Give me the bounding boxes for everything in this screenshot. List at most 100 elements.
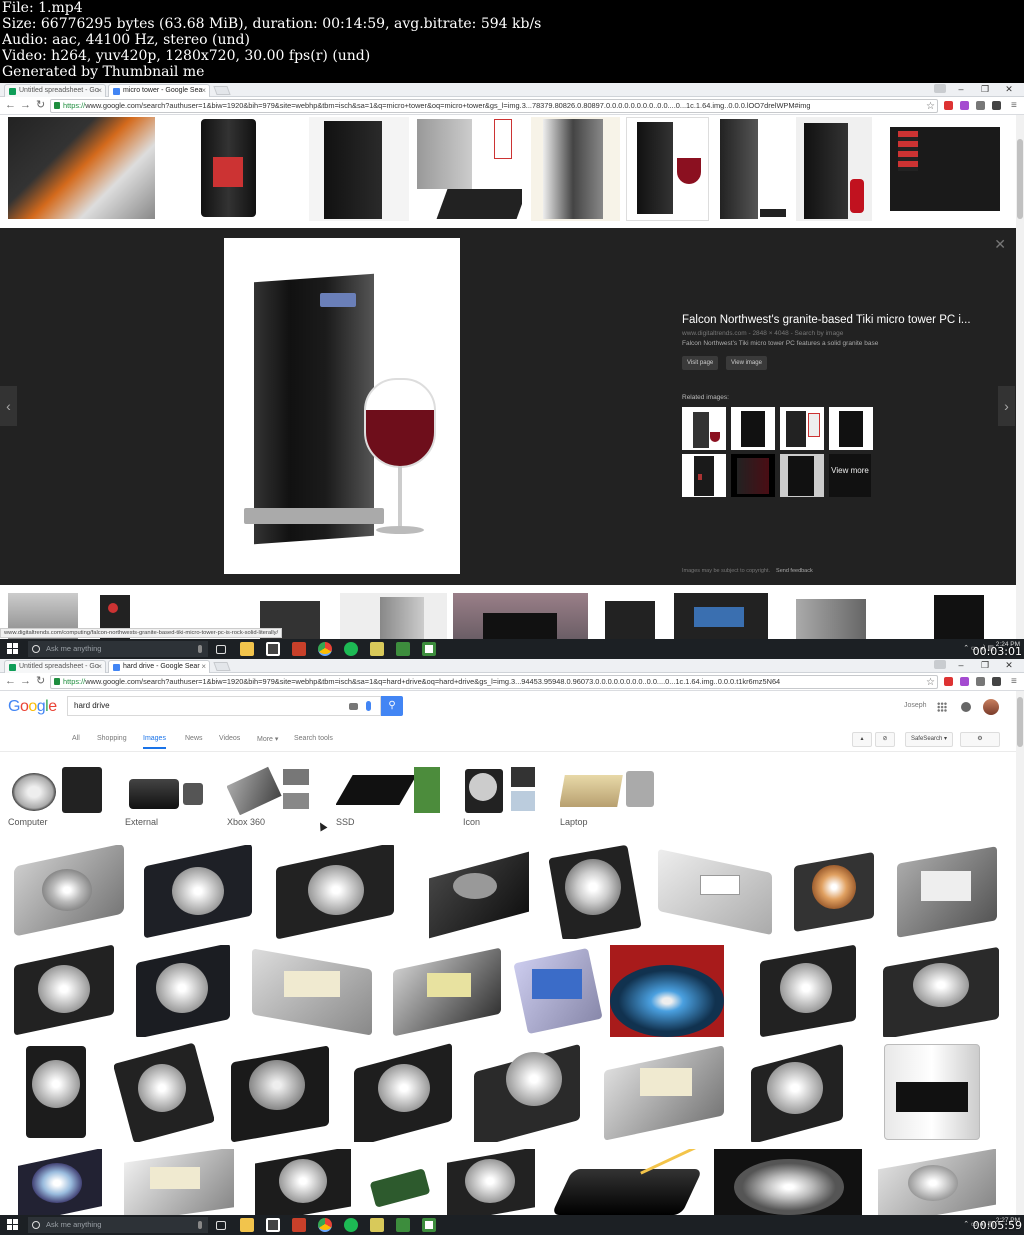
chip-label[interactable]: Icon <box>463 817 480 827</box>
tab-google-search[interactable]: hard drive - Google Sear × <box>108 660 210 673</box>
chip-label[interactable]: Laptop <box>560 817 588 827</box>
folder-icon[interactable] <box>370 1218 384 1232</box>
tab-more[interactable]: More ▾ <box>257 735 278 743</box>
close-tab-icon[interactable]: × <box>97 85 102 97</box>
related-image[interactable] <box>682 454 726 497</box>
close-tab-icon[interactable]: × <box>201 661 206 673</box>
result-image[interactable] <box>8 1149 108 1215</box>
chrome-icon[interactable] <box>318 1218 332 1232</box>
result-image[interactable] <box>130 945 236 1037</box>
spotify-icon[interactable] <box>344 1218 358 1232</box>
store-icon[interactable] <box>266 1218 280 1232</box>
extension-icon[interactable] <box>992 101 1001 110</box>
result-image[interactable] <box>549 845 643 939</box>
result-image[interactable] <box>266 845 406 939</box>
menu-icon[interactable]: ≡ <box>1011 99 1017 112</box>
menu-icon[interactable]: ≡ <box>1011 675 1017 688</box>
google-logo[interactable]: Google <box>8 698 57 716</box>
maximize-icon[interactable]: ❐ <box>974 659 996 671</box>
apps-grid-icon[interactable] <box>937 702 947 712</box>
notifications-icon[interactable] <box>961 702 971 712</box>
windows-start-icon[interactable] <box>7 1219 19 1231</box>
image-title[interactable]: Falcon Northwest's granite-based Tiki mi… <box>682 314 971 326</box>
result-image[interactable] <box>868 1149 1006 1215</box>
related-image[interactable] <box>731 454 775 497</box>
close-icon[interactable]: ✕ <box>994 236 1006 253</box>
result-image[interactable] <box>887 845 1007 939</box>
windows-start-icon[interactable] <box>7 643 19 655</box>
address-bar[interactable]: https://www.google.com/search?authuser=1… <box>50 99 938 113</box>
result-image[interactable] <box>120 1149 240 1215</box>
store-icon[interactable] <box>266 642 280 656</box>
result-image[interactable] <box>249 1149 359 1215</box>
search-tools-button[interactable]: Search tools <box>294 735 333 742</box>
view-more-button[interactable]: View more <box>829 454 871 497</box>
result-image[interactable] <box>650 845 780 939</box>
scrollbar[interactable] <box>1016 691 1024 1215</box>
close-window-icon[interactable]: ✕ <box>998 659 1020 671</box>
search-button[interactable]: ⚲ <box>381 696 403 716</box>
extension-icon[interactable] <box>992 677 1001 686</box>
extension-icon[interactable] <box>944 101 953 110</box>
tab-spreadsheet[interactable]: Untitled spreadsheet - Go × <box>4 660 106 673</box>
settings-gear-icon[interactable]: ⚙ <box>960 732 1000 747</box>
media-player-icon[interactable] <box>292 1218 306 1232</box>
related-image[interactable] <box>780 454 824 497</box>
related-chip-external[interactable] <box>125 765 207 815</box>
address-bar[interactable]: https://www.google.com/search?authuser=1… <box>50 675 938 689</box>
back-icon[interactable]: ← <box>5 675 16 688</box>
extension-icon[interactable] <box>976 677 985 686</box>
spotify-icon[interactable] <box>344 642 358 656</box>
preview-image[interactable] <box>224 238 460 574</box>
bookmark-star-icon[interactable]: ☆ <box>926 676 935 689</box>
result-image[interactable] <box>8 117 155 219</box>
voice-search-icon[interactable] <box>366 701 371 711</box>
result-image[interactable] <box>512 945 604 1037</box>
result-image[interactable] <box>138 845 258 939</box>
safesearch-dropdown[interactable]: SafeSearch ▾ <box>905 732 953 747</box>
folder-icon[interactable] <box>370 642 384 656</box>
result-image[interactable] <box>860 1042 1006 1142</box>
view-image-button[interactable]: View image <box>726 356 767 370</box>
result-image-selected[interactable] <box>626 117 709 221</box>
tab-google-search[interactable]: micro tower - Google Sea × <box>108 84 210 97</box>
tab-shopping[interactable]: Shopping <box>97 735 127 742</box>
reload-icon[interactable]: ↻ <box>36 99 45 112</box>
related-image[interactable] <box>731 407 775 450</box>
chrome-icon[interactable] <box>318 642 332 656</box>
result-image[interactable] <box>741 1042 853 1142</box>
file-explorer-icon[interactable] <box>240 1218 254 1232</box>
result-image[interactable] <box>114 1042 214 1142</box>
result-image[interactable] <box>441 1149 541 1215</box>
result-image[interactable] <box>8 945 122 1037</box>
avatar[interactable] <box>983 699 999 715</box>
result-image[interactable] <box>413 845 544 939</box>
result-image[interactable] <box>750 945 868 1037</box>
result-image[interactable] <box>548 1149 708 1215</box>
related-chip-icon[interactable] <box>463 765 540 815</box>
person-filter-icon[interactable]: ▴ <box>852 732 872 747</box>
safesearch-icon[interactable]: ⊘ <box>875 732 895 747</box>
file-explorer-icon[interactable] <box>240 642 254 656</box>
chip-label[interactable]: Xbox 360 <box>227 817 265 827</box>
media-player-icon[interactable] <box>292 642 306 656</box>
minimize-icon[interactable]: – <box>950 83 972 95</box>
chip-label[interactable]: Computer <box>8 817 48 827</box>
result-image[interactable] <box>610 945 724 1037</box>
extension-icon[interactable] <box>976 101 985 110</box>
microphone-icon[interactable] <box>198 1221 202 1229</box>
send-feedback-link[interactable]: Send feedback <box>776 568 813 574</box>
result-image[interactable] <box>873 945 1007 1037</box>
microphone-icon[interactable] <box>198 645 202 653</box>
pen-extension-icon[interactable] <box>960 101 969 110</box>
user-name[interactable]: Joseph <box>904 702 927 709</box>
reload-icon[interactable]: ↻ <box>36 675 45 688</box>
close-window-icon[interactable]: ✕ <box>998 83 1020 95</box>
tab-all[interactable]: All <box>72 735 80 742</box>
result-image[interactable] <box>466 1042 588 1142</box>
result-image[interactable] <box>221 1042 339 1142</box>
result-image[interactable] <box>346 1042 460 1142</box>
camtasia-icon[interactable] <box>396 642 410 656</box>
result-image[interactable] <box>674 593 768 639</box>
minimize-icon[interactable]: – <box>950 659 972 671</box>
